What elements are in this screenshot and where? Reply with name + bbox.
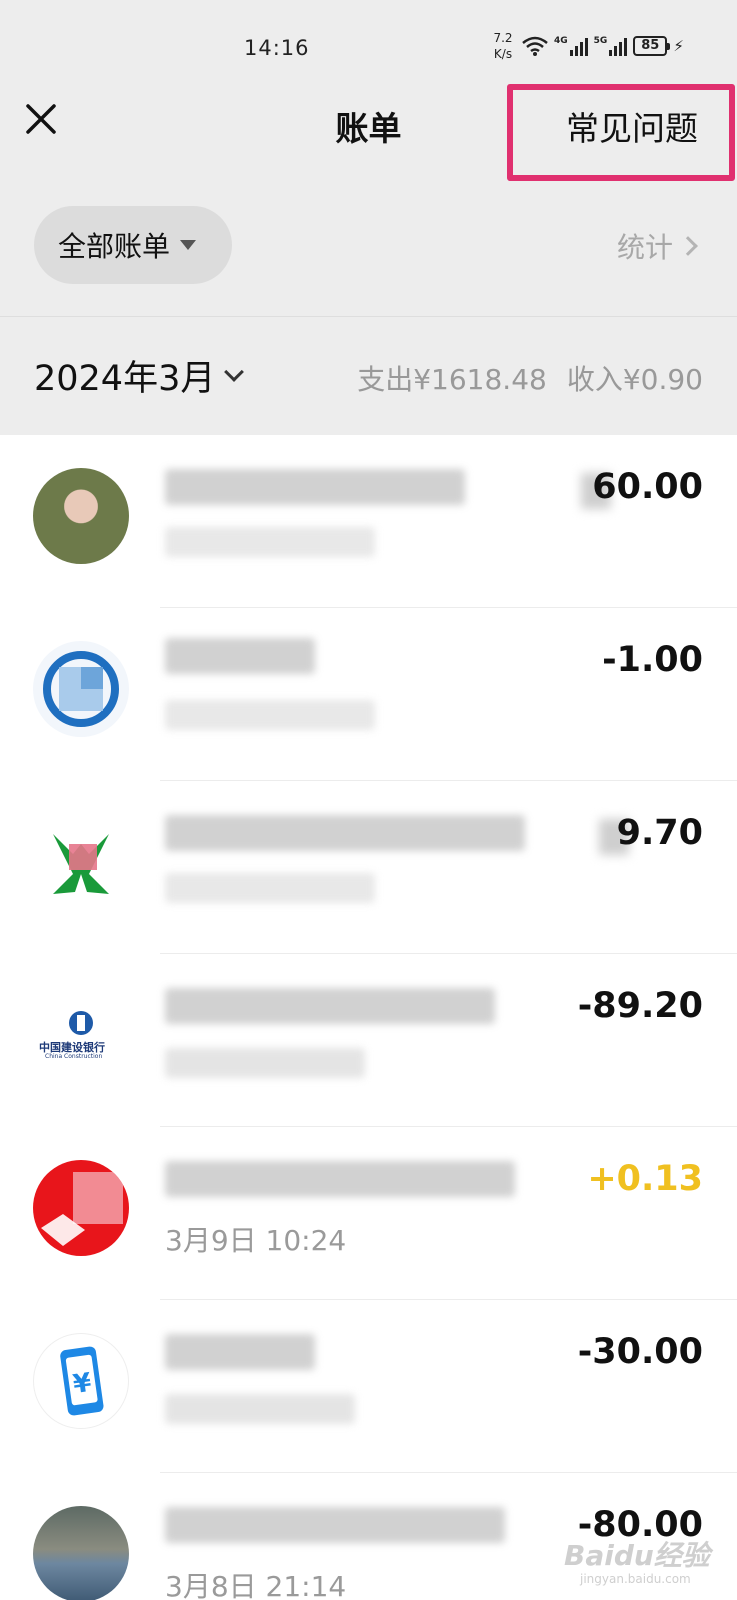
transaction-amount: -1.00	[602, 640, 703, 680]
blurred-merchant-name	[165, 1507, 505, 1543]
transaction-amount: 9.70	[616, 813, 703, 853]
signal-bars-icon-2	[609, 36, 628, 56]
wifi-icon	[522, 36, 548, 56]
watermark-subtext: jingyan.baidu.com	[580, 1572, 691, 1586]
transaction-amount: -89.20	[577, 986, 703, 1026]
chevron-right-icon	[678, 236, 698, 256]
status-icons: 7.2 K/s 4G 5G 85 ⚡	[490, 30, 684, 62]
blurred-merchant-name	[165, 638, 315, 674]
divider	[0, 316, 737, 317]
transaction-row[interactable]: -1.00	[0, 608, 737, 781]
caret-down-icon	[180, 240, 197, 250]
status-bar: 14:16 7.2 K/s 4G 5G 85 ⚡	[0, 0, 737, 90]
blurred-merchant-name	[165, 1161, 515, 1197]
income-total: 收入¥0.90	[566, 363, 703, 396]
bill-filter-label: 全部账单	[58, 230, 171, 263]
transaction-time: 3月9日 10:24	[165, 1224, 347, 1257]
transaction-row[interactable]: ¥ -30.00	[0, 1300, 737, 1473]
bill-filter-dropdown[interactable]: 全部账单	[34, 206, 232, 284]
blurred-time	[165, 1048, 365, 1078]
blurred-time	[165, 527, 375, 557]
network-type-label: 4G	[554, 36, 568, 46]
blurred-merchant-name	[165, 988, 495, 1024]
statistics-link[interactable]: 统计	[617, 226, 698, 266]
battery-icon: 85	[633, 36, 671, 56]
statistics-label: 统计	[617, 231, 674, 264]
transaction-amount: +0.13	[587, 1159, 703, 1199]
transaction-list: 60.00 -1.00 9.70 中国建设银行 China Constructi…	[0, 435, 737, 1600]
network-type-label-2: 5G	[593, 36, 608, 46]
status-time: 14:16	[244, 36, 310, 60]
charging-bolt-icon: ⚡	[673, 37, 684, 55]
transaction-row[interactable]: 中国建设银行 China Construction -89.20	[0, 954, 737, 1127]
blurred-time	[165, 700, 375, 730]
month-summary: 支出¥1618.48 收入¥0.90	[357, 358, 703, 398]
transaction-row[interactable]: 60.00	[0, 435, 737, 608]
network-speed: 7.2 K/s	[493, 31, 513, 61]
signal-bars-icon	[569, 36, 588, 56]
yen-phone-avatar: ¥	[33, 1333, 129, 1429]
bank-logo-avatar: 中国建设银行 China Construction	[33, 987, 129, 1083]
blurred-merchant-name	[165, 1334, 315, 1370]
month-selector[interactable]: 2024年3月	[34, 350, 245, 401]
red-logo-avatar	[33, 1160, 129, 1256]
transaction-amount: 60.00	[592, 467, 703, 507]
blurred-merchant-name	[165, 469, 465, 505]
blue-logo-avatar	[33, 641, 129, 737]
blurred-merchant-name	[165, 815, 525, 851]
person-photo-avatar	[33, 468, 129, 564]
transaction-row[interactable]: 9.70	[0, 781, 737, 954]
transaction-time: 3月8日 21:14	[165, 1570, 347, 1600]
month-label: 2024年3月	[34, 359, 216, 399]
bank-logo-subtext: China Construction	[45, 1053, 103, 1060]
expense-total: 支出¥1618.48	[357, 363, 547, 396]
transaction-row[interactable]: 3月9日 10:24 +0.13	[0, 1127, 737, 1300]
watermark: Baidu经验	[564, 1539, 710, 1572]
chevron-down-icon	[224, 361, 245, 382]
blurred-time	[165, 1394, 355, 1424]
landscape-photo-avatar	[33, 1506, 129, 1600]
faq-button[interactable]: 常见问题	[566, 102, 698, 150]
green-logo-avatar	[33, 814, 129, 910]
blurred-time	[165, 873, 375, 903]
nav-bar: 账单 常见问题	[0, 80, 737, 181]
transaction-amount: -30.00	[577, 1332, 703, 1372]
